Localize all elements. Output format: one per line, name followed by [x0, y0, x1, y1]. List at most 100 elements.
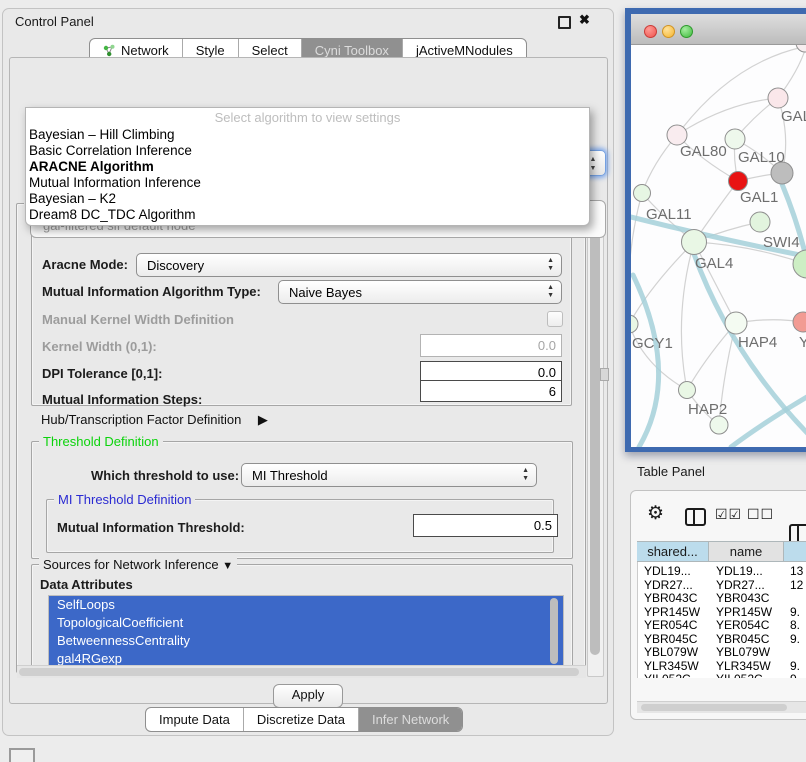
- table-cell: 13: [790, 564, 803, 578]
- manual-kernel-checkbox[interactable]: [547, 311, 563, 327]
- mi-steps-field[interactable]: [420, 380, 562, 402]
- collapse-arrow-icon: ▼: [222, 560, 233, 572]
- sources-title-text: Sources for Network Inference: [43, 557, 219, 572]
- mi-threshold-label: Mutual Information Threshold:: [57, 520, 245, 535]
- table-cell: YBR045C: [644, 632, 697, 646]
- network-window-titlebar[interactable]: [631, 14, 806, 45]
- close-panel-icon[interactable]: ✖: [579, 12, 590, 28]
- network-node[interactable]: [768, 88, 788, 108]
- table-row-ylr345w[interactable]: YLR345WYLR345W9.: [638, 659, 806, 673]
- algorithm-option-bayesian-hill-climbing[interactable]: Bayesian – Hill Climbing: [26, 127, 589, 143]
- table-panel: ⚙ ☑☑ ☐☐ shared...name YDL19...YDL19...13…: [630, 490, 806, 720]
- show-columns-icon[interactable]: [685, 508, 706, 526]
- table-cell: YDR27...: [716, 578, 765, 592]
- table-cell: YER054C: [644, 618, 697, 632]
- aracne-mode-combo[interactable]: Discovery ▲▼: [136, 253, 562, 277]
- network-edge: [731, 383, 806, 447]
- table-row-ybr043c[interactable]: YBR043CYBR043C: [638, 591, 806, 605]
- aracne-mode-label: Aracne Mode:: [42, 257, 128, 272]
- node-label-gal: GAL: [781, 108, 806, 125]
- column-header-shared[interactable]: shared...: [637, 541, 709, 562]
- tab-label: Network: [121, 43, 169, 58]
- panel-divider-grip[interactable]: [600, 368, 609, 381]
- table-cell: 8.: [790, 618, 800, 632]
- hub-definition-toggle[interactable]: Hub/Transcription Factor Definition ▶: [41, 411, 268, 429]
- which-threshold-combo[interactable]: MI Threshold ▲▼: [241, 463, 537, 487]
- column-header-2[interactable]: [784, 541, 806, 562]
- algorithm-option-dream8-dc-tdc-algorithm[interactable]: Dream8 DC_TDC Algorithm: [26, 207, 589, 223]
- attributes-scrollbar-thumb[interactable]: [550, 598, 558, 664]
- table-settings-gear-icon[interactable]: ⚙: [647, 502, 664, 525]
- table-row-ydl19[interactable]: YDL19...YDL19...13: [638, 564, 806, 578]
- table-header-row: shared...name: [637, 541, 806, 562]
- algorithm-option-aracne-algorithm[interactable]: ARACNE Algorithm: [26, 159, 589, 175]
- algorithm-option-mutual-information-inference[interactable]: Mutual Information Inference: [26, 175, 589, 191]
- mi-type-label: Mutual Information Algorithm Type:: [42, 284, 261, 299]
- node-label-gcy1: GCY1: [632, 335, 673, 352]
- algorithm-dropdown-prompt: Select algorithm to view settings: [26, 108, 589, 127]
- tool-panel-corner-icon[interactable]: [9, 748, 35, 762]
- settings-vertical-scrollbar[interactable]: [587, 203, 604, 677]
- network-canvas[interactable]: GALGAL80GAL10GAL1GAL11SWI4GAL4GCY1HAP4YH…: [631, 45, 806, 447]
- close-window-button[interactable]: [644, 25, 657, 38]
- table-row-yer054c[interactable]: YER054C YER054C 8.: [638, 618, 806, 632]
- table-row-ydr27[interactable]: YDR27...YDR27...12: [638, 578, 806, 592]
- algorithm-option-basic-correlation-inference[interactable]: Basic Correlation Inference: [26, 143, 589, 159]
- mi-type-value: Naive Bayes: [289, 285, 362, 300]
- algorithm-dropdown-list: Bayesian – Hill ClimbingBasic Correlatio…: [26, 127, 589, 223]
- combo-arrows-icon: ▲▼: [547, 257, 554, 273]
- zoom-window-button[interactable]: [680, 25, 693, 38]
- attribute-item-selfloops[interactable]: SelfLoops: [49, 596, 563, 614]
- float-panel-icon[interactable]: [558, 16, 571, 29]
- algorithm-option-bayesian-k2[interactable]: Bayesian – K2: [26, 191, 589, 207]
- attribute-item-betweennesscentrality[interactable]: BetweennessCentrality: [49, 632, 563, 650]
- node-label-swi4: SWI4: [763, 234, 800, 251]
- network-node[interactable]: [631, 315, 638, 333]
- table-row-ypr145w[interactable]: YPR145WYPR145W9.: [638, 605, 806, 619]
- settings-vscroll-thumb[interactable]: [590, 207, 600, 655]
- network-view-window: GALGAL80GAL10GAL1GAL11SWI4GAL4GCY1HAP4YH…: [625, 8, 806, 452]
- network-node[interactable]: [710, 416, 728, 434]
- network-node[interactable]: [725, 129, 745, 149]
- table-row-ybl079w[interactable]: YBL079WYBL079W: [638, 645, 806, 659]
- kernel-width-field[interactable]: [420, 334, 562, 357]
- table-cell: YIL052C: [716, 672, 763, 678]
- bottom-tab-impute-data[interactable]: Impute Data: [146, 708, 243, 731]
- network-edge: [633, 275, 659, 447]
- network-node[interactable]: [634, 185, 651, 202]
- cytoscape-desktop: Control Panel ✖ NetworkStyleSelectCyni T…: [0, 0, 806, 762]
- mi-type-combo[interactable]: Naive Bayes ▲▼: [278, 280, 562, 304]
- column-header-name[interactable]: name: [709, 541, 784, 562]
- sources-group-title[interactable]: Sources for Network Inference ▼: [39, 557, 237, 572]
- network-node[interactable]: [679, 382, 696, 399]
- table-row-yil052c[interactable]: YIL052CYIL052C9.: [638, 672, 806, 678]
- network-node[interactable]: [750, 212, 770, 232]
- bottom-tab-discretize-data[interactable]: Discretize Data: [243, 708, 358, 731]
- settings-horizontal-scrollbar[interactable]: [17, 665, 586, 678]
- table-cell: YLR345W: [644, 659, 699, 673]
- table-cell: YDL19...: [644, 564, 691, 578]
- dpi-tolerance-label: DPI Tolerance [0,1]:: [42, 366, 162, 381]
- algorithm-dropdown: Select algorithm to view settings Bayesi…: [25, 107, 590, 226]
- table-cell: YPR145W: [716, 605, 772, 619]
- apply-button[interactable]: Apply: [273, 684, 343, 708]
- table-hscroll-thumb[interactable]: [641, 704, 787, 711]
- settings-hscroll-thumb[interactable]: [19, 668, 579, 676]
- network-node[interactable]: [667, 125, 687, 145]
- network-node[interactable]: [682, 230, 707, 255]
- select-all-columns-icon[interactable]: ☑☑: [715, 506, 742, 523]
- network-node[interactable]: [796, 45, 806, 52]
- network-node[interactable]: [729, 172, 748, 191]
- table-horizontal-scrollbar[interactable]: [637, 701, 806, 713]
- bottom-tab-infer-network[interactable]: Infer Network: [358, 708, 462, 731]
- minimize-window-button[interactable]: [662, 25, 675, 38]
- node-label-gal10: GAL10: [738, 149, 785, 166]
- mi-threshold-field[interactable]: [413, 514, 558, 537]
- network-node[interactable]: [725, 312, 747, 334]
- unselect-all-columns-icon[interactable]: ☐☐: [747, 506, 774, 523]
- table-cell: YER054C: [716, 618, 769, 632]
- table-row-ybr045c[interactable]: YBR045CYBR045C9.: [638, 632, 806, 646]
- attribute-item-topologicalcoefficient[interactable]: TopologicalCoefficient: [49, 614, 563, 632]
- network-node[interactable]: [793, 312, 806, 332]
- combo-arrows-icon: ▲▼: [522, 467, 529, 483]
